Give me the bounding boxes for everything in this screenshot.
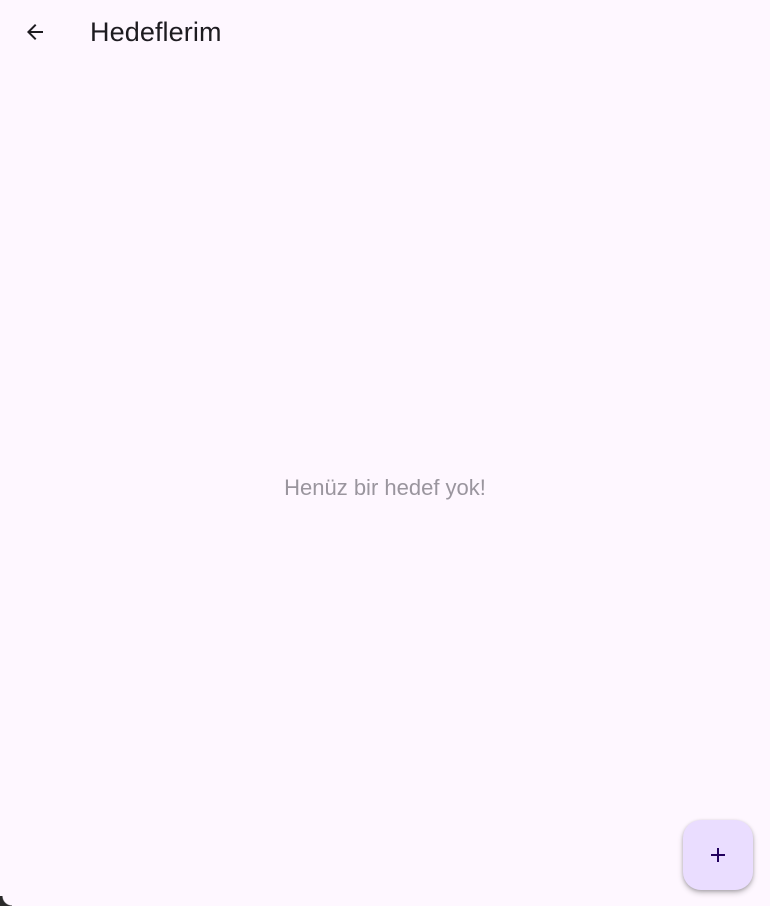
app-bar: Hedeflerim: [0, 0, 770, 64]
goals-screen: Hedeflerim Henüz bir hedef yok!: [0, 0, 770, 906]
arrow-back-icon: [23, 20, 47, 44]
add-goal-button[interactable]: [683, 820, 753, 890]
back-button[interactable]: [11, 8, 59, 56]
add-icon: [706, 843, 730, 867]
window-corner: [0, 896, 12, 906]
page-title: Hedeflerim: [90, 17, 222, 47]
empty-state-message: Henüz bir hedef yok!: [284, 475, 486, 500]
